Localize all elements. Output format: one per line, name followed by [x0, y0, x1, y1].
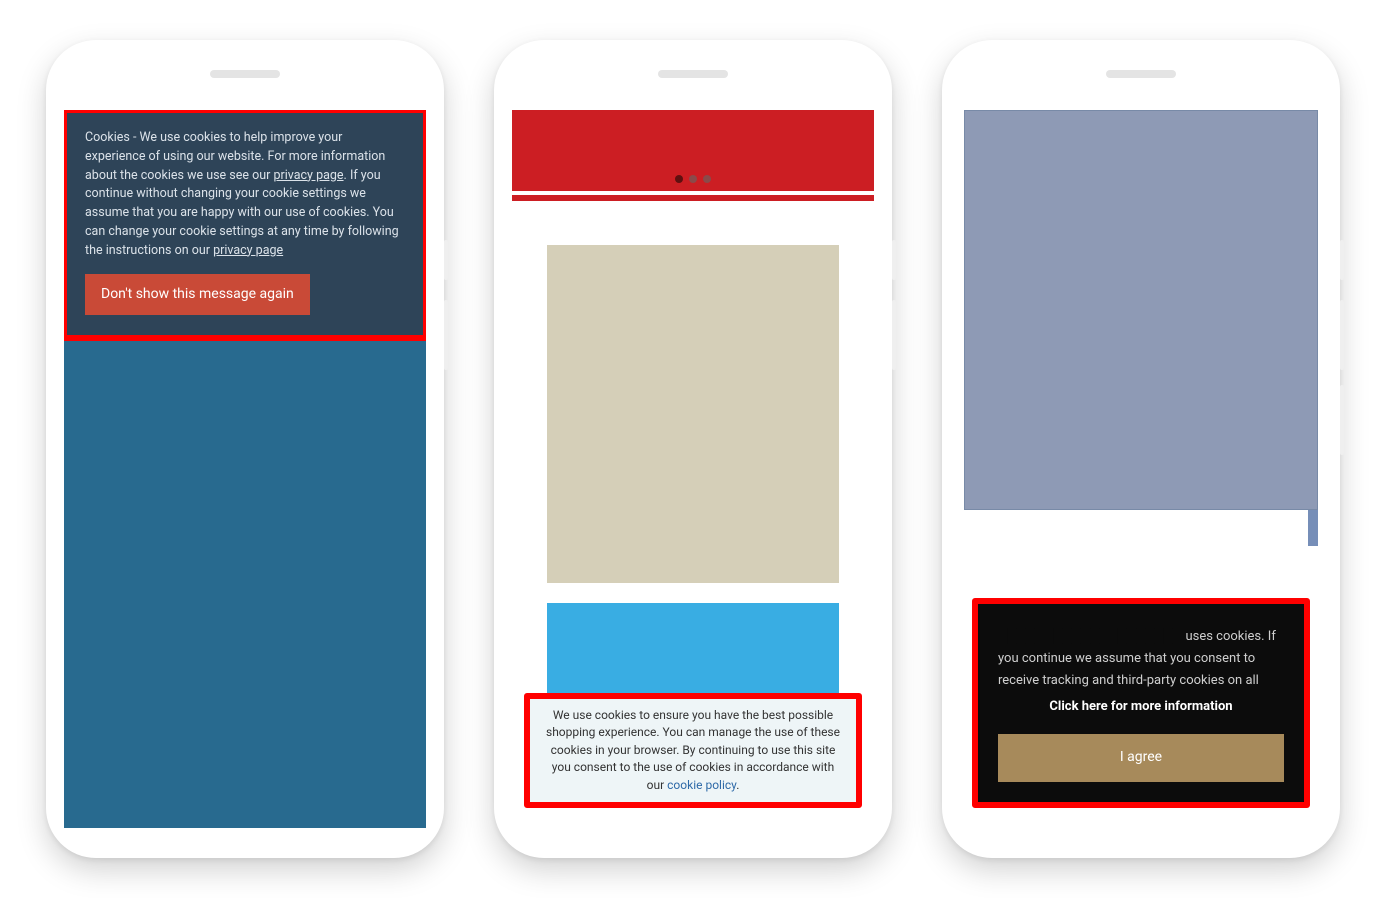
cookie-policy-link[interactable]: cookie policy: [667, 778, 736, 792]
phone-screen-1: Cookies - We use cookies to help improve…: [64, 110, 426, 828]
phone-mockup-1: Cookies - We use cookies to help improve…: [46, 40, 444, 858]
carousel-dot[interactable]: [689, 175, 697, 183]
privacy-page-link[interactable]: privacy page: [273, 168, 343, 183]
phone-side-button: [444, 300, 448, 370]
phone-mockup-3: ████████████████████ uses cookies. If yo…: [942, 40, 1340, 858]
content-strip: [960, 510, 1322, 546]
phone-speaker: [1106, 70, 1176, 78]
carousel-dots: [675, 175, 711, 183]
phone-speaker: [658, 70, 728, 78]
cookie-notice-tail: .: [736, 778, 739, 792]
phone-side-button: [1340, 240, 1344, 280]
cookie-banner-text: ████████████████████ uses cookies. If yo…: [998, 626, 1284, 692]
phone-side-button: [1340, 300, 1344, 370]
highlighted-region: We use cookies to ensure you have the be…: [524, 693, 862, 808]
cookie-banner-text: Cookies - We use cookies to help improve…: [85, 130, 399, 258]
page-header: [512, 110, 874, 195]
more-information-link[interactable]: Click here for more information: [998, 696, 1284, 718]
redacted-site-name: ████████████████████: [998, 629, 1182, 644]
cookie-notice: We use cookies to ensure you have the be…: [530, 699, 856, 802]
agree-button[interactable]: I agree: [998, 734, 1284, 782]
phone-speaker: [210, 70, 280, 78]
phone-screen-2: our amazing We use cookies to ensure you…: [512, 110, 874, 828]
privacy-page-link-2[interactable]: privacy page: [213, 243, 283, 258]
cookie-banner: ████████████████████ uses cookies. If yo…: [978, 604, 1304, 802]
dismiss-button[interactable]: Don't show this message again: [85, 274, 310, 315]
carousel-dot[interactable]: [703, 175, 711, 183]
cookie-banner: Cookies - We use cookies to help improve…: [67, 113, 423, 335]
phone-side-button: [1340, 385, 1344, 455]
content-block-image: [547, 245, 839, 583]
carousel-dot[interactable]: [675, 175, 683, 183]
phone-mockup-2: our amazing We use cookies to ensure you…: [494, 40, 892, 858]
phone-side-button: [892, 300, 896, 370]
phone-side-button: [892, 240, 896, 280]
highlighted-region: Cookies - We use cookies to help improve…: [64, 110, 426, 341]
hero-image-placeholder: [964, 110, 1318, 510]
page-body-placeholder: [64, 341, 426, 828]
phone-screen-3: ████████████████████ uses cookies. If yo…: [960, 110, 1322, 828]
phone-side-button: [444, 240, 448, 280]
highlighted-region: ████████████████████ uses cookies. If yo…: [972, 598, 1310, 808]
